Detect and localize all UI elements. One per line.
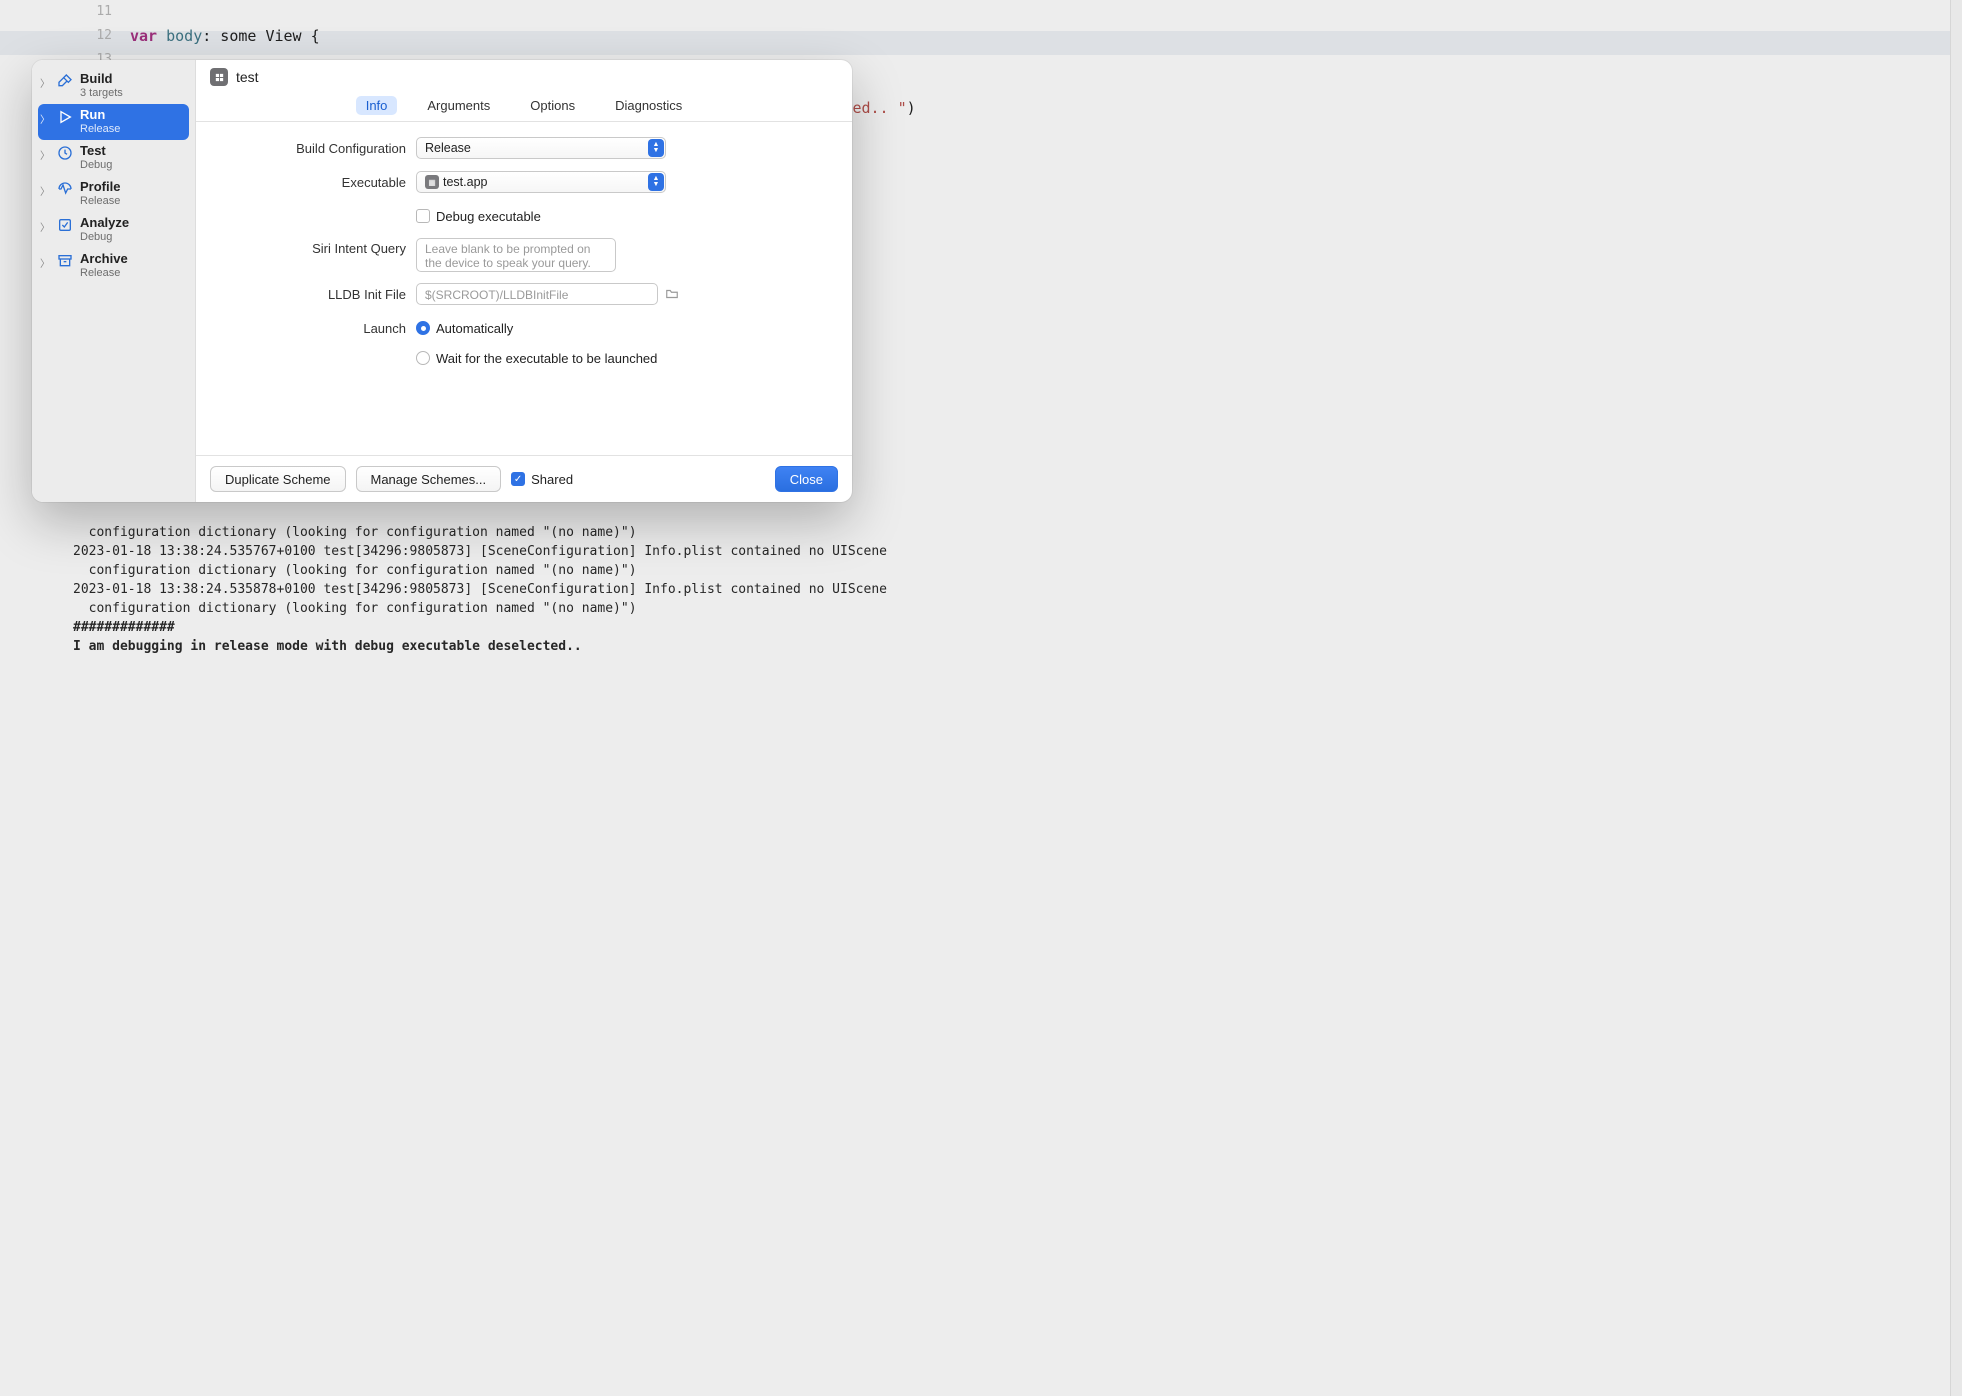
play-icon <box>56 108 74 126</box>
folder-icon[interactable] <box>664 287 680 301</box>
executable-select[interactable]: ▦ test.app ▲▼ <box>416 171 666 193</box>
sidebar-item-run[interactable]: 〉 Run Release <box>38 104 189 140</box>
launch-auto-radio[interactable] <box>416 321 430 335</box>
chevron-right-icon: 〉 <box>40 215 50 234</box>
siri-intent-input[interactable]: Leave blank to be prompted on the device… <box>416 238 616 272</box>
launch-label: Launch <box>216 321 406 336</box>
sidebar-item-label: Archive <box>80 251 128 266</box>
scheme-header: test <box>196 60 852 92</box>
sidebar-item-label: Profile <box>80 179 120 194</box>
sidebar-item-sub: Release <box>80 266 128 281</box>
sidebar-item-test[interactable]: 〉 Test Debug <box>38 140 189 176</box>
sidebar-item-archive[interactable]: 〉 Archive Release <box>38 248 189 284</box>
sidebar-item-label: Build <box>80 71 123 86</box>
build-configuration-label: Build Configuration <box>216 141 406 156</box>
tab-arguments[interactable]: Arguments <box>417 96 500 115</box>
scheme-main-panel: test Info Arguments Options Diagnostics … <box>196 60 852 502</box>
sidebar-item-label: Run <box>80 107 120 122</box>
tab-info[interactable]: Info <box>356 96 398 115</box>
sidebar-item-sub: Release <box>80 194 120 209</box>
launch-wait-radio[interactable] <box>416 351 430 365</box>
tab-diagnostics[interactable]: Diagnostics <box>605 96 692 115</box>
analyze-icon <box>56 216 74 234</box>
launch-wait-label: Wait for the executable to be launched <box>436 351 657 366</box>
app-mini-icon: ▦ <box>425 175 439 189</box>
archive-icon <box>56 252 74 270</box>
duplicate-scheme-button[interactable]: Duplicate Scheme <box>210 466 346 492</box>
chevron-right-icon: 〉 <box>40 179 50 198</box>
scheme-editor-dialog: 〉 Build 3 targets 〉 Run Release 〉 <box>32 60 852 502</box>
launch-auto-label: Automatically <box>436 321 513 336</box>
executable-value: test.app <box>443 175 487 189</box>
close-button[interactable]: Close <box>775 466 838 492</box>
sidebar-item-sub: Debug <box>80 230 129 245</box>
lldb-init-label: LLDB Init File <box>216 287 406 302</box>
executable-label: Executable <box>216 175 406 190</box>
hammer-icon <box>56 72 74 90</box>
updown-icon: ▲▼ <box>648 173 664 191</box>
sidebar-item-sub: Debug <box>80 158 112 173</box>
build-configuration-select[interactable]: Release ▲▼ <box>416 137 666 159</box>
shared-label: Shared <box>531 472 573 487</box>
sidebar-item-build[interactable]: 〉 Build 3 targets <box>38 68 189 104</box>
chevron-right-icon: 〉 <box>40 71 50 90</box>
sidebar-item-sub: Release <box>80 122 120 137</box>
scheme-tabbar: Info Arguments Options Diagnostics <box>196 92 852 122</box>
chevron-right-icon: 〉 <box>40 251 50 270</box>
shared-checkbox[interactable]: ✓ <box>511 472 525 486</box>
wrench-icon <box>56 144 74 162</box>
lldb-init-input[interactable]: $(SRCROOT)/LLDBInitFile <box>416 283 658 305</box>
info-form: Build Configuration Release ▲▼ Executabl… <box>196 122 852 455</box>
gauge-icon <box>56 180 74 198</box>
sidebar-item-label: Test <box>80 143 112 158</box>
build-configuration-value: Release <box>425 141 471 155</box>
sidebar-item-sub: 3 targets <box>80 86 123 101</box>
debug-executable-checkbox[interactable] <box>416 209 430 223</box>
dialog-footer: Duplicate Scheme Manage Schemes... ✓ Sha… <box>196 455 852 502</box>
debug-executable-label: Debug executable <box>436 209 541 224</box>
app-icon <box>210 68 228 86</box>
chevron-right-icon: 〉 <box>40 143 50 162</box>
scheme-name: test <box>236 69 259 85</box>
chevron-right-icon: 〉 <box>40 107 50 126</box>
updown-icon: ▲▼ <box>648 139 664 157</box>
sidebar-item-profile[interactable]: 〉 Profile Release <box>38 176 189 212</box>
sidebar-item-label: Analyze <box>80 215 129 230</box>
scheme-action-sidebar: 〉 Build 3 targets 〉 Run Release 〉 <box>32 60 196 502</box>
siri-intent-label: Siri Intent Query <box>216 238 406 256</box>
sidebar-item-analyze[interactable]: 〉 Analyze Debug <box>38 212 189 248</box>
tab-options[interactable]: Options <box>520 96 585 115</box>
manage-schemes-button[interactable]: Manage Schemes... <box>356 466 502 492</box>
